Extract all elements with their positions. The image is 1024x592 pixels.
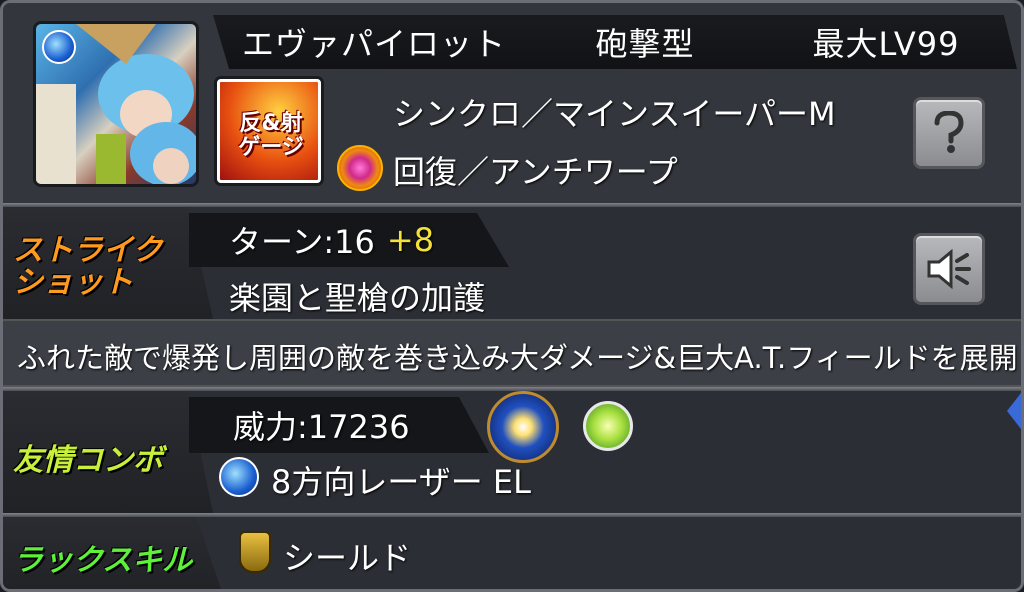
luck-skill-section: ラックスキル シールド bbox=[3, 517, 1021, 589]
luck-skill-label: ラックスキル bbox=[13, 543, 193, 578]
strike-shot-label: ストライク ショット bbox=[13, 233, 163, 300]
next-page-arrow[interactable] bbox=[1007, 393, 1021, 429]
friend-combo-section: 友情コンボ 威力:17236 8方向レーザー EL bbox=[3, 391, 1021, 513]
power-bar: 威力:17236 bbox=[189, 397, 489, 453]
laser-combo-icon bbox=[487, 391, 559, 463]
character-portrait[interactable] bbox=[33, 21, 199, 187]
help-button[interactable] bbox=[913, 97, 985, 169]
element-effect-icon bbox=[583, 401, 633, 451]
main-ability-text: シンクロ／マインスイーパーM bbox=[393, 95, 836, 133]
type-tab: 砲撃型 bbox=[513, 15, 777, 69]
water-attribute-icon bbox=[219, 457, 259, 497]
gauge-badge-label: 反&射 ゲージ bbox=[238, 111, 304, 160]
turn-text: ターン:16 bbox=[229, 223, 375, 261]
power-text: 威力:17236 bbox=[233, 408, 410, 446]
character-info-panel: エヴァパイロット 砲撃型 最大LV99 反&射 ゲージ シンクロ／マインスイーパー… bbox=[0, 0, 1024, 592]
gauge-ability-text: 回復／アンチワープ bbox=[393, 153, 678, 191]
speaker-icon bbox=[927, 249, 971, 289]
turn-bonus: +8 bbox=[386, 221, 435, 259]
strike-shot-section: ストライク ショット ターン:16 +8 楽園と聖槍の加護 bbox=[3, 207, 1021, 319]
profile-section: エヴァパイロット 砲撃型 最大LV99 反&射 ゲージ シンクロ／マインスイーパー… bbox=[3, 3, 1021, 205]
max-level-text: 最大LV99 bbox=[812, 25, 960, 63]
voice-button[interactable] bbox=[913, 233, 985, 305]
race-text: エヴァパイロット bbox=[241, 25, 506, 63]
max-level-tab: 最大LV99 bbox=[755, 15, 1017, 69]
friend-combo-label: 友情コンボ bbox=[13, 443, 163, 478]
strike-shot-description-bar: ふれた敵で爆発し周囲の敵を巻き込み大ダメージ&巨大A.T.フィールドを展開 bbox=[3, 319, 1021, 387]
race-tab: エヴァパイロット bbox=[213, 15, 535, 69]
type-text: 砲撃型 bbox=[595, 25, 695, 63]
luck-skill-name: シールド bbox=[283, 539, 412, 577]
attribute-water-icon bbox=[42, 30, 76, 64]
turn-bar: ターン:16 +8 bbox=[189, 213, 509, 267]
strike-shot-description: ふれた敵で爆発し周囲の敵を巻き込み大ダメージ&巨大A.T.フィールドを展開 bbox=[17, 341, 1018, 375]
strike-shot-name: 楽園と聖槍の加護 bbox=[229, 279, 486, 317]
friend-combo-name: 8方向レーザー EL bbox=[271, 463, 531, 501]
question-icon bbox=[934, 111, 964, 153]
gauge-ability-icon bbox=[337, 145, 383, 191]
reflect-gauge-badge: 反&射 ゲージ bbox=[217, 79, 321, 183]
shield-icon bbox=[239, 531, 271, 573]
